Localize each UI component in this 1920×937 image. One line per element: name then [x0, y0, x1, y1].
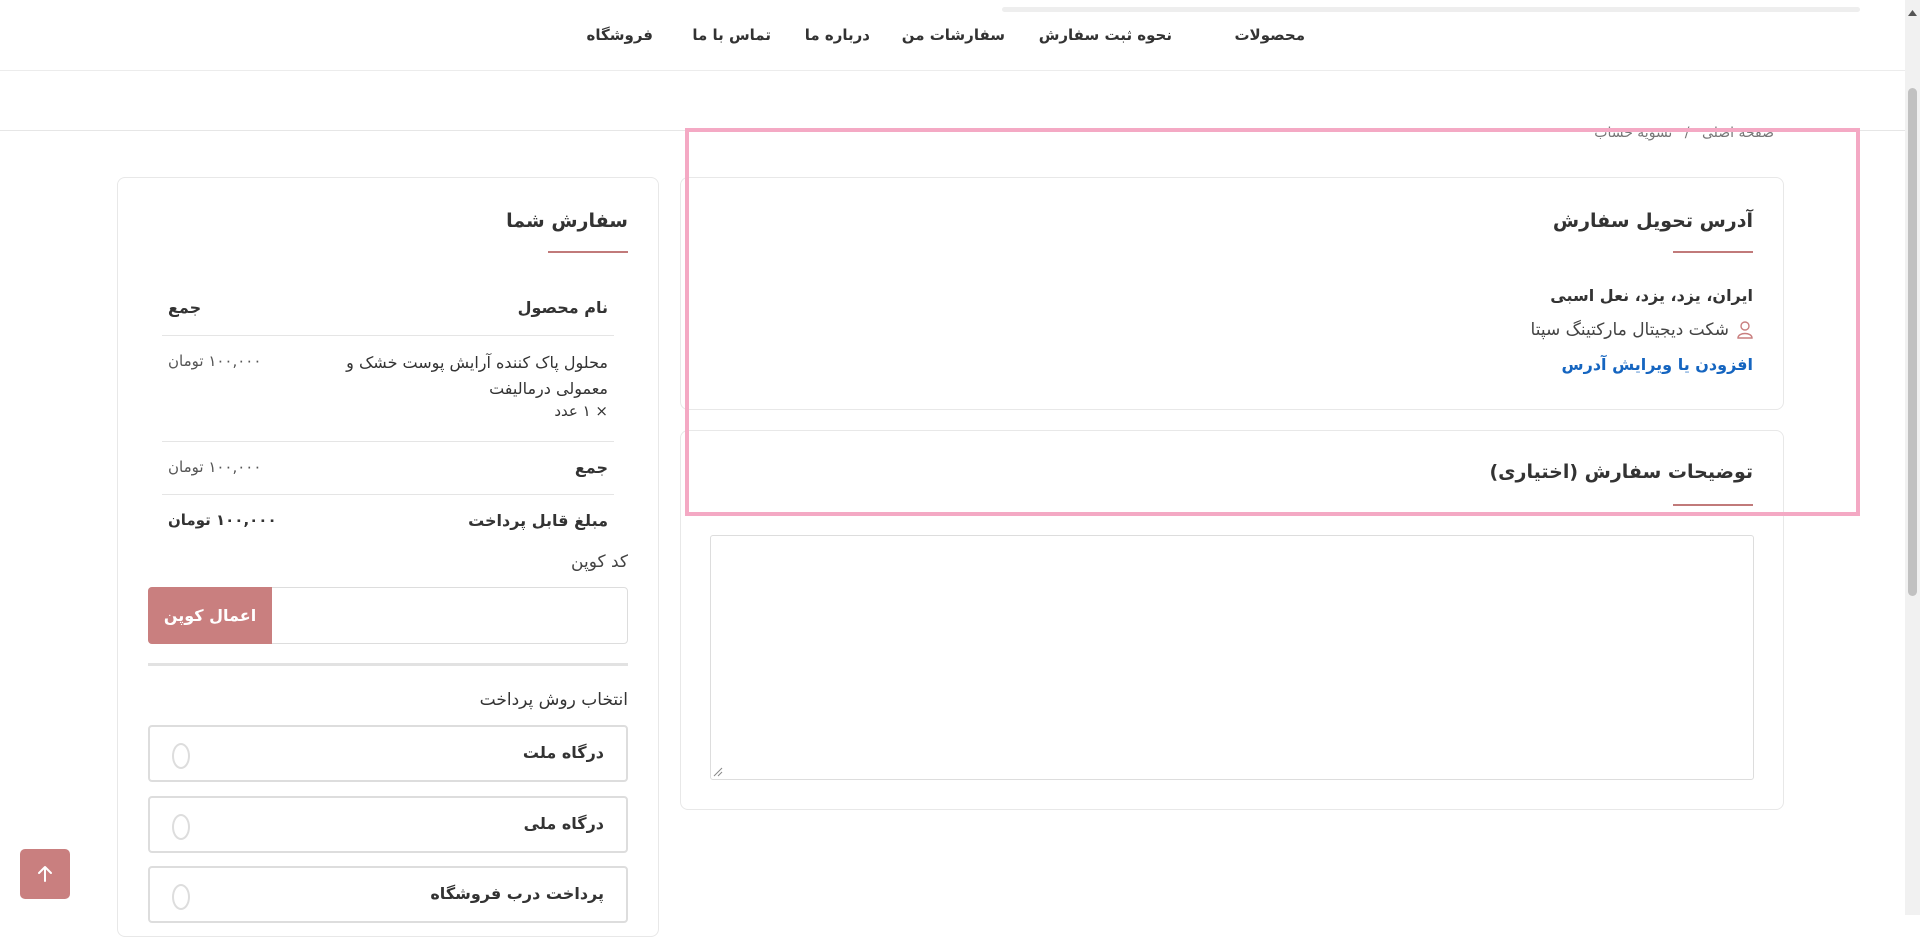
scrollbar-thumb[interactable]	[1908, 88, 1917, 596]
radio-button[interactable]	[172, 814, 190, 840]
nav-item-shop[interactable]: فروشگاه	[587, 26, 653, 44]
coupon-label: کد کوپن	[571, 552, 628, 572]
address-title: آدرس تحویل سفارش	[1552, 210, 1753, 232]
notes-title: توضیحات سفارش (اختیاری)	[1489, 461, 1753, 483]
product-total: ۱۰۰,۰۰۰ تومان	[168, 352, 262, 370]
payment-option-melli[interactable]: درگاه ملی	[148, 796, 628, 853]
product-name: محلول پاک کننده آرایش پوست خشک و معمولی …	[346, 353, 608, 398]
order-title-underline	[548, 251, 628, 253]
payment-option-in-store[interactable]: پرداخت درب فروشگاه	[148, 866, 628, 923]
recipient-name: شکت دیجیتال مارکتینگ سپتا	[1530, 320, 1729, 340]
col-product-header: نام محصول	[517, 298, 608, 317]
breadcrumb: صفحه اصلی / تسویه حساب	[1594, 125, 1774, 141]
breadcrumb-separator: /	[1684, 125, 1690, 141]
payment-option-mellat[interactable]: درگاه ملت	[148, 725, 628, 782]
payable-value: ۱۰۰,۰۰۰ تومان	[168, 511, 277, 529]
payable-row: مبلغ قابل پرداخت ۱۰۰,۰۰۰ تومان	[162, 495, 614, 547]
main-nav: محصولات نحوه ثبت سفارش سفارشات من درباره…	[0, 26, 1905, 56]
user-icon	[1737, 321, 1753, 339]
order-notes-textarea[interactable]	[710, 535, 1754, 780]
back-to-top-button[interactable]	[20, 849, 70, 899]
address-line: ایران، یزد، یزد، نعل اسبی	[1550, 286, 1753, 305]
resize-handle-icon[interactable]	[713, 767, 723, 777]
arrow-up-icon	[38, 866, 52, 882]
scroll-up-arrow-icon[interactable]	[1908, 2, 1917, 16]
payment-option-label: درگاه ملت	[522, 743, 604, 762]
edit-address-link[interactable]: افزودن یا ویرایش آدرس	[1562, 355, 1753, 374]
address-card: آدرس تحویل سفارش ایران، یزد، یزد، نعل اس…	[680, 177, 1784, 410]
col-total-header: جمع	[168, 298, 202, 317]
payment-title: انتخاب روش پرداخت	[479, 690, 628, 710]
payment-option-label: پرداخت درب فروشگاه	[430, 884, 604, 903]
order-table-header: نام محصول جمع	[162, 288, 614, 336]
nav-item-products[interactable]: محصولات	[1234, 26, 1305, 44]
recipient-row: شکت دیجیتال مارکتینگ سپتا	[1531, 320, 1753, 340]
header-band	[0, 71, 1905, 131]
notes-title-underline	[1673, 504, 1753, 506]
nav-item-about[interactable]: درباره ما	[805, 26, 870, 44]
order-title: سفارش شما	[506, 210, 628, 232]
product-qty: × ۱ عدد	[554, 402, 608, 420]
subtotal-value: ۱۰۰,۰۰۰ تومان	[168, 458, 262, 476]
breadcrumb-home[interactable]: صفحه اصلی	[1702, 125, 1774, 141]
subtotal-label: جمع	[574, 458, 608, 477]
nav-item-contact[interactable]: تماس با ما	[692, 26, 771, 44]
subtotal-row: جمع ۱۰۰,۰۰۰ تومان	[162, 442, 614, 495]
payment-option-label: درگاه ملی	[523, 814, 604, 833]
payable-label: مبلغ قابل پرداخت	[468, 511, 608, 530]
top-progress-bar	[1002, 7, 1860, 12]
apply-coupon-button[interactable]: اعمال کوپن	[148, 587, 272, 644]
nav-item-how-to-order[interactable]: نحوه ثبت سفارش	[1039, 26, 1172, 44]
table-row: محلول پاک کننده آرایش پوست خشک و معمولی …	[162, 336, 614, 442]
nav-item-my-orders[interactable]: سفارشات من	[902, 26, 1005, 44]
section-divider	[148, 663, 628, 666]
radio-button[interactable]	[172, 884, 190, 910]
radio-button[interactable]	[172, 743, 190, 769]
address-title-underline	[1673, 251, 1753, 253]
breadcrumb-current: تسویه حساب	[1594, 125, 1673, 141]
